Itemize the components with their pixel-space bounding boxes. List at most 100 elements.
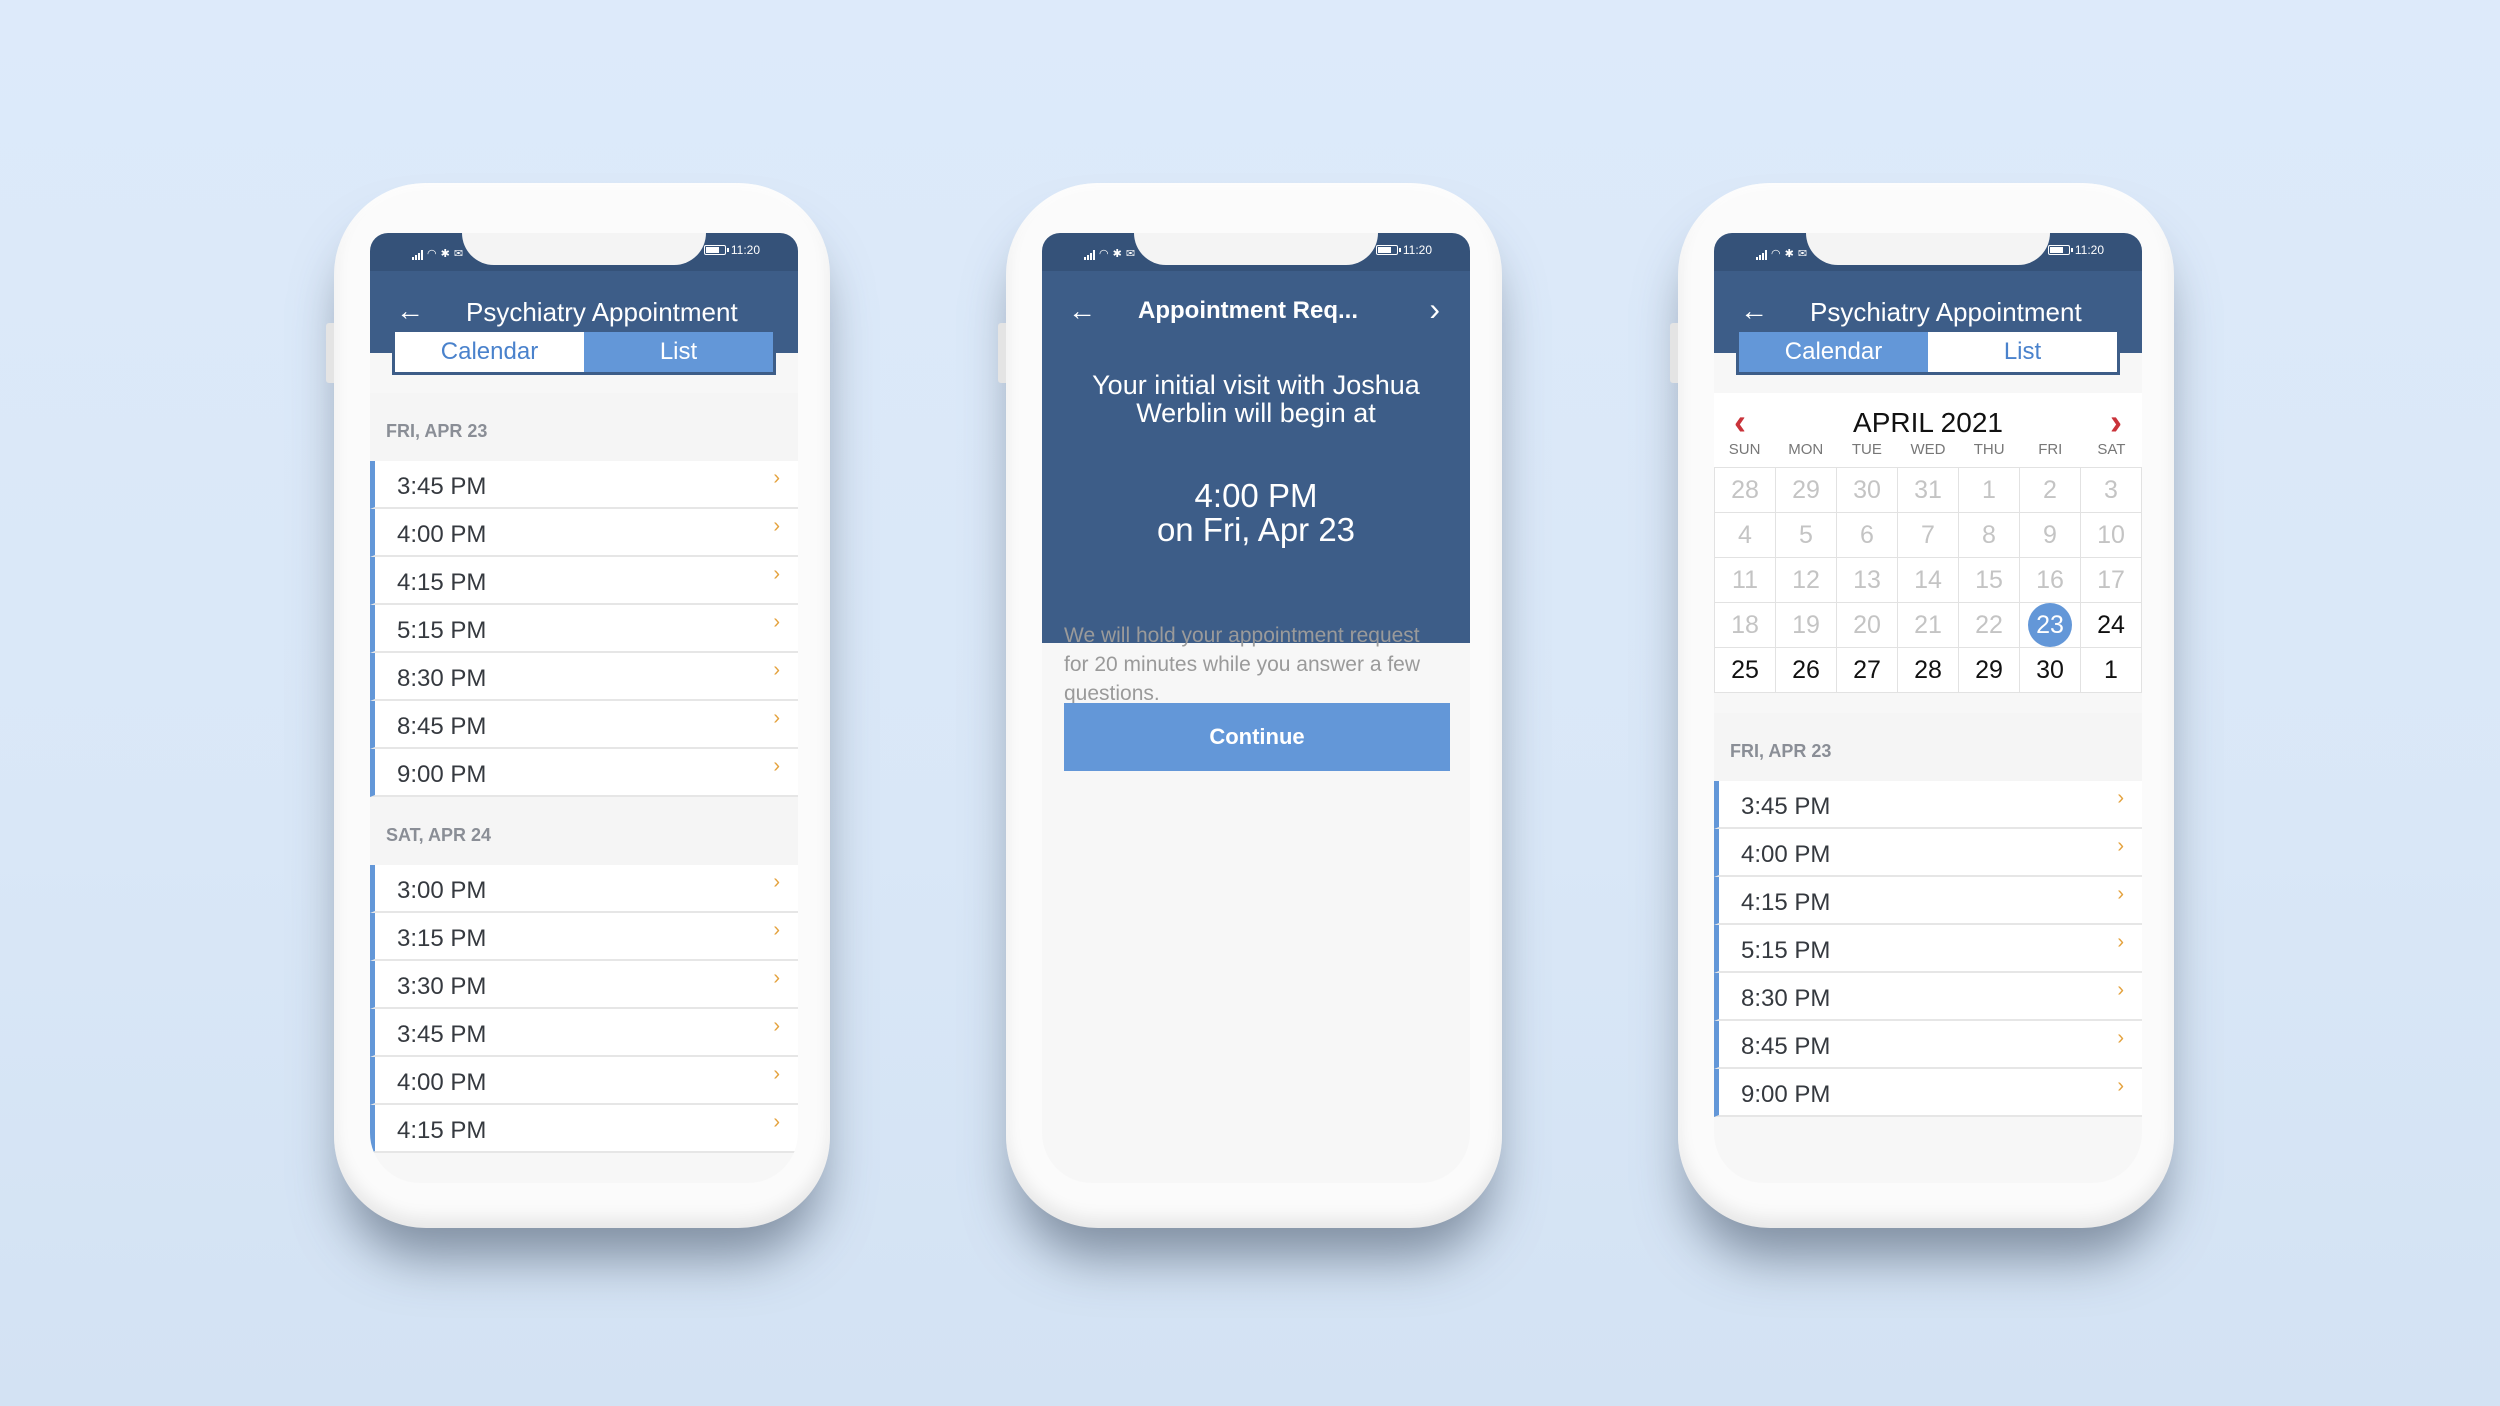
tab-calendar[interactable]: Calendar [1739,332,1928,372]
back-arrow-icon[interactable]: ← [1068,295,1096,327]
time-slot[interactable]: 4:15 PM › [370,557,798,605]
time-slot[interactable]: 8:45 PM › [1714,1021,2142,1069]
calendar-day-selected[interactable]: 23 [2020,603,2081,648]
tab-list[interactable]: List [584,332,773,372]
calendar-day: 10 [2081,513,2142,558]
bluetooth-icon: ✱ [440,248,450,260]
time-slot[interactable]: 4:15 PM › [1714,877,2142,925]
phone-list-view: ◠ ✱ ✉ 11:20 ← Psychiatry Appointment Cal… [326,183,830,1228]
time-slot-label: 4:15 PM [397,1117,487,1144]
time-slot-label: 3:15 PM [397,925,487,952]
mail-icon: ✉ [453,248,464,260]
calendar-day[interactable]: 1 [2081,648,2142,693]
battery-icon [2047,245,2073,255]
back-arrow-icon[interactable]: ← [396,295,424,327]
page-title: Psychiatry Appointment [1810,297,2082,327]
screen: ◠ ✱ ✉ 11:20 ← Psychiatry Appointment Cal… [370,233,798,1183]
time-slot[interactable]: 3:45 PM › [370,461,798,509]
time-slot[interactable]: 8:30 PM › [1714,973,2142,1021]
time-slot[interactable]: 3:15 PM › [370,913,798,961]
weekday-label: WED [1910,441,1946,458]
time-slot[interactable]: 4:00 PM › [370,509,798,557]
appointment-time: 4:00 PM on Fri, Apr 23 [1042,479,1470,547]
wifi-icon: ◠ [427,248,437,260]
day-header: SAT, APR 24 [370,797,798,865]
calendar-day[interactable]: 29 [1959,648,2020,693]
calendar-day: 5 [1776,513,1837,558]
time-slot[interactable]: 3:45 PM › [370,1009,798,1057]
time-slot-label: 4:00 PM [397,521,487,548]
calendar-grid: 28 29 30 31 1 2 3 4 5 6 7 8 9 10 11 12 13 14 15 16 17 18 19 20 2… [1714,467,2142,693]
calendar-day: 9 [2020,513,2081,558]
time-slot-label: 8:45 PM [397,713,487,740]
bluetooth-icon: ✱ [1784,248,1794,260]
time-slot-label: 8:30 PM [1741,985,1831,1012]
appointment-time-value: 4:00 PM [1194,477,1318,514]
time-slot-label: 4:15 PM [397,569,487,596]
calendar-day[interactable]: 24 [2081,603,2142,648]
time-slot-label: 5:15 PM [1741,937,1831,964]
calendar-day: 19 [1776,603,1837,648]
view-toggle: Calendar List [1736,329,2120,375]
chevron-right-icon: › [2117,883,2124,905]
bluetooth-icon: ✱ [1112,248,1122,260]
chevron-right-icon: › [773,871,780,893]
day-header: FRI, APR 23 [1714,713,2142,781]
time-slot[interactable]: 3:00 PM › [370,865,798,913]
tab-list[interactable]: List [1928,332,2117,372]
time-slot-label: 4:00 PM [397,1069,487,1096]
time-slot[interactable]: 4:00 PM › [1714,829,2142,877]
confirmation-message: Your initial visit with Joshua Werblin w… [1092,370,1420,428]
calendar-day: 12 [1776,558,1837,603]
calendar-day[interactable]: 26 [1776,648,1837,693]
calendar-day: 6 [1837,513,1898,558]
time-slot[interactable]: 5:15 PM › [1714,925,2142,973]
status-time: 11:20 [730,243,760,257]
back-arrow-icon[interactable]: ← [1740,295,1768,327]
time-slot-label: 5:15 PM [397,617,487,644]
time-slot[interactable]: 4:00 PM › [370,1057,798,1105]
chevron-right-icon: › [773,611,780,633]
calendar-day[interactable]: 25 [1715,648,1776,693]
calendar-day: 11 [1715,558,1776,603]
chevron-right-icon: › [773,563,780,585]
view-toggle: Calendar List [392,329,776,375]
calendar-day: 31 [1898,468,1959,513]
signal-icon [1084,250,1095,260]
chevron-right-icon[interactable]: › [1429,291,1440,328]
battery-icon [1375,245,1401,255]
notch [1806,233,2050,265]
continue-button[interactable]: Continue [1064,703,1450,771]
calendar-day[interactable]: 27 [1837,648,1898,693]
calendar-day: 15 [1959,558,2020,603]
calendar-day: 29 [1776,468,1837,513]
notch [1134,233,1378,265]
appointment-date-value: on Fri, Apr 23 [1156,511,1356,548]
chevron-right-icon: › [2117,1027,2124,1049]
chevron-right-icon: › [773,659,780,681]
chevron-right-icon: › [773,919,780,941]
time-slot[interactable]: 8:45 PM › [370,701,798,749]
time-slot[interactable]: 8:30 PM › [370,653,798,701]
chevron-right-icon: › [773,515,780,537]
chevron-right-icon[interactable]: › [2110,401,2122,443]
chevron-right-icon: › [773,1063,780,1085]
phone-calendar-view: ◠ ✱ ✉ 11:20 ← Psychiatry Appointment Cal… [1670,183,2174,1228]
calendar-day: 28 [1715,468,1776,513]
calendar-day[interactable]: 28 [1898,648,1959,693]
calendar-header: ‹ APRIL 2021 › [1714,393,2142,442]
signal-icon [1756,250,1767,260]
calendar-day: 20 [1837,603,1898,648]
time-slot[interactable]: 9:00 PM › [1714,1069,2142,1117]
time-slot[interactable]: 5:15 PM › [370,605,798,653]
phone-confirmation: ◠ ✱ ✉ 11:20 ← Appointment Req... › Your … [998,183,1502,1228]
time-slot[interactable]: 9:00 PM › [370,749,798,797]
selected-day-circle: 23 [2028,603,2072,647]
time-slot[interactable]: 3:45 PM › [1714,781,2142,829]
chevron-right-icon: › [773,967,780,989]
tab-calendar[interactable]: Calendar [395,332,584,372]
time-slot[interactable]: 4:15 PM › [370,1105,798,1153]
time-slot[interactable]: 3:30 PM › [370,961,798,1009]
calendar-day[interactable]: 30 [2020,648,2081,693]
time-slot-list: FRI, APR 23 3:45 PM › 4:00 PM › 4:15 PM › 5:15 … [1714,713,2142,1117]
